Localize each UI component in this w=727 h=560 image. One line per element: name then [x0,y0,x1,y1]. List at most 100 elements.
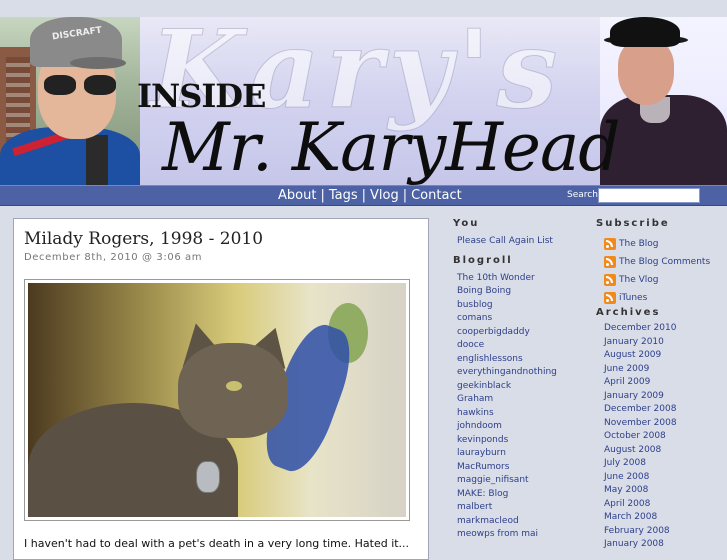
archive-link[interactable]: January 2010 [604,337,664,347]
rss-icon[interactable] [604,292,616,304]
blogroll-link[interactable]: johndoom [457,421,502,431]
archive-link[interactable]: April 2008 [604,499,650,509]
rss-icon[interactable] [604,274,616,286]
blogroll-item[interactable]: johndoom [457,420,593,434]
blogroll-item[interactable]: hawkins [457,407,593,421]
archive-item[interactable]: June 2009 [604,363,726,377]
archive-link[interactable]: February 2008 [604,526,670,536]
archive-link[interactable]: October 2008 [604,431,666,441]
cat-photo[interactable] [28,283,406,517]
feed-item[interactable]: The Blog [596,235,726,253]
nav-link-tags[interactable]: Tags [329,188,358,203]
archive-link[interactable]: August 2009 [604,350,661,360]
nav-bar: About | Tags | Vlog | Contact Search: [0,186,727,206]
feed-link[interactable]: The Blog [619,239,659,249]
archive-item[interactable]: December 2008 [604,403,726,417]
feed-item[interactable]: The Vlog [596,271,726,289]
blogroll-item[interactable]: cooperbigdaddy [457,326,593,340]
archive-item[interactable]: February 2008 [604,525,726,539]
nav-link-about[interactable]: About [278,188,316,203]
blogroll-link[interactable]: malbert [457,502,492,512]
blogroll-item[interactable]: maggie_nifisant [457,474,593,488]
blogroll-link[interactable]: cooperbigdaddy [457,327,530,337]
blogroll-list: The 10th Wonder Boing Boing busblog comans c… [453,272,593,542]
blogroll-link[interactable]: geekinblack [457,381,511,391]
blogroll-link[interactable]: everythingandnothing [457,367,557,377]
archive-item[interactable]: June 2008 [604,471,726,485]
archive-link[interactable]: March 2008 [604,512,657,522]
archive-item[interactable]: July 2008 [604,457,726,471]
you-list: Please Call Again List [453,235,593,249]
blogroll-link[interactable]: Graham [457,394,493,404]
feed-link[interactable]: The Blog Comments [619,257,710,267]
archive-item[interactable]: April 2008 [604,498,726,512]
archive-item[interactable]: August 2008 [604,444,726,458]
archive-item[interactable]: August 2009 [604,349,726,363]
archive-link[interactable]: November 2008 [604,418,677,428]
blogroll-link[interactable]: dooce [457,340,484,350]
blogroll-item[interactable]: laurayburn [457,447,593,461]
site-title[interactable]: Mr. KaryHead [162,109,621,185]
blogroll-item[interactable]: markmacleod [457,515,593,529]
blogroll-link[interactable]: markmacleod [457,516,519,526]
blogroll-item[interactable]: meowps from mai [457,528,593,542]
archive-link[interactable]: December 2008 [604,404,676,414]
rss-icon[interactable] [604,238,616,250]
search-input[interactable] [598,188,700,203]
feed-list: The Blog The Blog Comments The Vlog iTunes [596,235,726,307]
blogroll-link[interactable]: comans [457,313,492,323]
blogroll-item[interactable]: kevinponds [457,434,593,448]
feed-item[interactable]: iTunes [596,289,726,307]
archive-link[interactable]: January 2008 [604,539,664,549]
post-date: December 8th, 2010 @ 3:06 am [24,252,203,263]
feed-link[interactable]: iTunes [619,293,647,303]
blogroll-link[interactable]: meowps from mai [457,529,538,539]
blogroll-link[interactable]: englishlessons [457,354,523,364]
feed-item[interactable]: The Blog Comments [596,253,726,271]
blogroll-link[interactable]: hawkins [457,408,494,418]
post-title[interactable]: Milady Rogers, 1998 - 2010 [24,229,263,249]
blogroll-item[interactable]: MAKE: Blog [457,488,593,502]
archive-link[interactable]: August 2008 [604,445,661,455]
archive-link[interactable]: December 2010 [604,323,676,333]
blogroll-item[interactable]: The 10th Wonder [457,272,593,286]
blogroll-link[interactable]: kevinponds [457,435,508,445]
you-link[interactable]: Please Call Again List [457,236,553,246]
blogroll-item[interactable]: MacRumors [457,461,593,475]
feed-link[interactable]: The Vlog [619,275,658,285]
archive-link[interactable]: January 2009 [604,391,664,401]
blogroll-link[interactable]: maggie_nifisant [457,475,529,485]
blogroll-item[interactable]: comans [457,312,593,326]
archive-link[interactable]: April 2009 [604,377,650,387]
nav-link-contact[interactable]: Contact [411,188,462,203]
blogroll-item[interactable]: Boing Boing [457,285,593,299]
blogroll-item[interactable]: Graham [457,393,593,407]
archive-item[interactable]: January 2009 [604,390,726,404]
blogroll-link[interactable]: MAKE: Blog [457,489,508,499]
archive-link[interactable]: July 2008 [604,458,646,468]
archive-item[interactable]: November 2008 [604,417,726,431]
blogroll-item[interactable]: everythingandnothing [457,366,593,380]
archive-link[interactable]: May 2008 [604,485,648,495]
blogroll-item[interactable]: dooce [457,339,593,353]
nav-link-vlog[interactable]: Vlog [370,188,399,203]
archive-item[interactable]: October 2008 [604,430,726,444]
archive-link[interactable]: June 2008 [604,472,649,482]
blogroll-item[interactable]: geekinblack [457,380,593,394]
blogroll-item[interactable]: busblog [457,299,593,313]
blogroll-link[interactable]: MacRumors [457,462,509,472]
archive-link[interactable]: June 2009 [604,364,649,374]
blogroll-link[interactable]: Boing Boing [457,286,511,296]
archive-item[interactable]: March 2008 [604,511,726,525]
list-item[interactable]: Please Call Again List [457,235,593,249]
archive-item[interactable]: May 2008 [604,484,726,498]
archive-item[interactable]: December 2010 [604,322,726,336]
archive-item[interactable]: April 2009 [604,376,726,390]
rss-icon[interactable] [604,256,616,268]
blogroll-item[interactable]: malbert [457,501,593,515]
blogroll-link[interactable]: busblog [457,300,493,310]
archive-item[interactable]: January 2010 [604,336,726,350]
blogroll-item[interactable]: englishlessons [457,353,593,367]
blogroll-link[interactable]: laurayburn [457,448,506,458]
blogroll-link[interactable]: The 10th Wonder [457,273,535,283]
